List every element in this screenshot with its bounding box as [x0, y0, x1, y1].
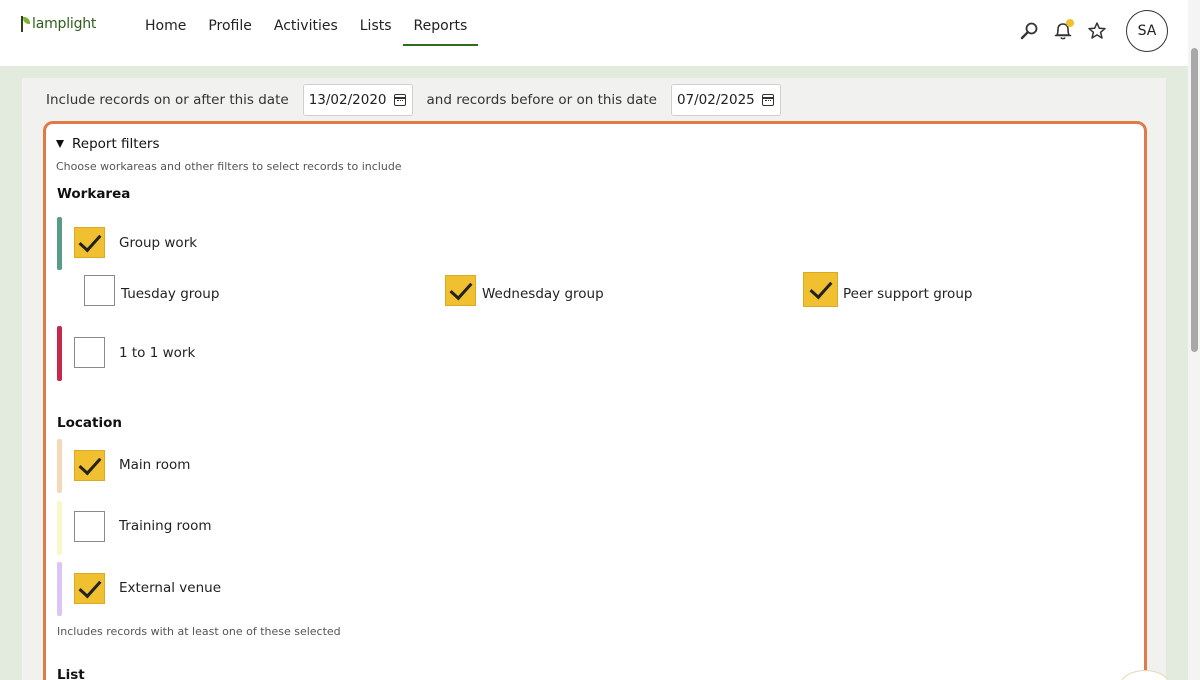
- main-room-label: Main room: [119, 457, 191, 473]
- training-room-accent: [57, 501, 62, 555]
- scrollbar-thumb[interactable]: [1191, 48, 1198, 352]
- wednesday-group-checkbox[interactable]: [445, 275, 476, 306]
- main-nav: Home Profile Activities Lists Reports: [134, 0, 479, 66]
- one-to-one-work-checkbox[interactable]: [74, 337, 105, 368]
- checkmark-icon: [78, 574, 101, 598]
- workarea-title: Workarea: [57, 186, 131, 202]
- nav-activities[interactable]: Activities: [263, 0, 349, 46]
- page-scrollbar[interactable]: [1188, 0, 1200, 680]
- checkmark-icon: [449, 276, 472, 300]
- report-filters-box: [43, 121, 1147, 680]
- search-button[interactable]: [1012, 14, 1046, 48]
- training-room-checkbox[interactable]: [74, 511, 105, 542]
- logo-text: lamplight: [32, 16, 97, 32]
- report-filters-title: Report filters: [72, 136, 160, 152]
- nav-profile[interactable]: Profile: [197, 0, 263, 46]
- expanded-triangle-icon: [56, 140, 64, 148]
- filters-hint: Choose workareas and other filters to se…: [56, 160, 402, 173]
- training-room-label: Training room: [119, 518, 212, 534]
- group-work-checkbox[interactable]: [74, 227, 105, 258]
- notifications-button[interactable]: [1046, 14, 1080, 48]
- main-room-accent: [57, 439, 62, 493]
- start-date-input[interactable]: 13/02/2020: [302, 84, 413, 116]
- wednesday-group-label: Wednesday group: [482, 286, 604, 302]
- location-hint: Includes records with at least one of th…: [57, 625, 341, 638]
- tuesday-group-label: Tuesday group: [121, 286, 220, 302]
- app-logo[interactable]: lamplight: [20, 16, 96, 32]
- report-filters-toggle[interactable]: Report filters: [56, 136, 159, 152]
- peer-support-group-checkbox[interactable]: [803, 272, 838, 307]
- one-to-one-work-label: 1 to 1 work: [119, 345, 196, 361]
- date-range-row: Include records on or after this date 13…: [46, 84, 795, 116]
- main-room-checkbox[interactable]: [74, 450, 105, 481]
- lamp-logo-icon: [20, 16, 30, 32]
- end-date-value: 07/02/2025: [676, 92, 755, 108]
- checkmark-icon: [78, 451, 101, 475]
- search-icon: [1020, 22, 1038, 40]
- favourites-button[interactable]: [1080, 14, 1114, 48]
- start-date-value: 13/02/2020: [308, 92, 387, 108]
- location-title: Location: [57, 415, 122, 431]
- end-date-input[interactable]: 07/02/2025: [670, 84, 781, 116]
- start-date-label: Include records on or after this date: [46, 92, 289, 108]
- star-icon: [1088, 22, 1106, 39]
- tuesday-group-checkbox[interactable]: [84, 275, 115, 306]
- header-actions: SA: [1012, 10, 1168, 52]
- calendar-icon[interactable]: [393, 94, 406, 106]
- external-venue-checkbox[interactable]: [74, 573, 105, 604]
- peer-support-group-label: Peer support group: [843, 286, 973, 302]
- group-work-label: Group work: [119, 235, 198, 251]
- checkmark-icon: [809, 275, 832, 299]
- user-avatar[interactable]: SA: [1126, 10, 1168, 52]
- notification-dot: [1066, 19, 1074, 27]
- group-work-accent: [57, 217, 62, 270]
- external-venue-label: External venue: [119, 580, 222, 596]
- calendar-icon[interactable]: [761, 94, 774, 106]
- end-date-label: and records before or on this date: [426, 92, 657, 108]
- one-to-one-accent: [57, 326, 62, 381]
- list-title: List: [57, 667, 85, 680]
- top-bar: lamplight Home Profile Activities Lists …: [0, 0, 1188, 66]
- external-venue-accent: [57, 562, 62, 616]
- nav-lists[interactable]: Lists: [349, 0, 403, 46]
- checkmark-icon: [78, 228, 101, 252]
- nav-reports[interactable]: Reports: [402, 0, 479, 46]
- nav-home[interactable]: Home: [134, 0, 197, 46]
